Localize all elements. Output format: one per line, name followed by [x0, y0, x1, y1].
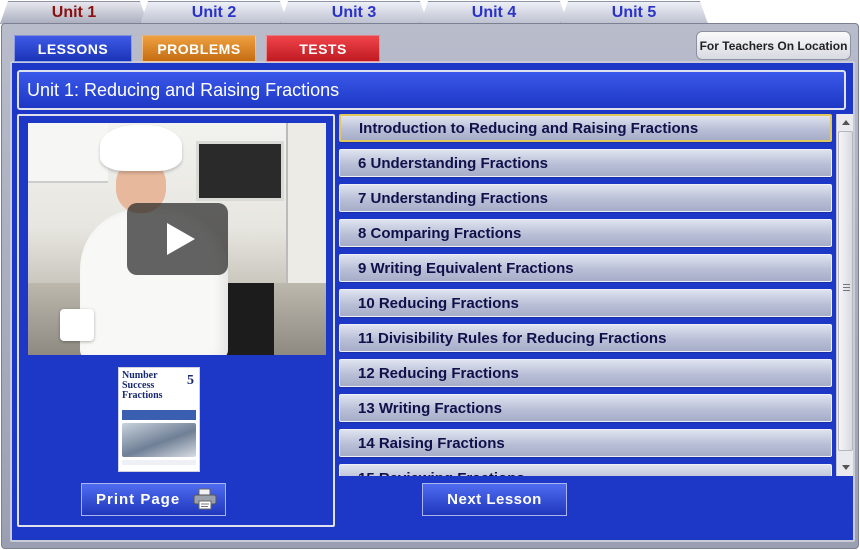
lesson-item-13[interactable]: 13 Writing Fractions [339, 394, 832, 422]
unit-tab-bar: Unit 1 Unit 2 Unit 3 Unit 4 Unit 5 [0, 0, 860, 24]
lesson-item-12[interactable]: 12 Reducing Fractions [339, 359, 832, 387]
tab-unit-3[interactable]: Unit 3 [280, 1, 428, 24]
book-subtitle-lines: ​ [122, 402, 196, 407]
lesson-list-scrollbar[interactable] [836, 114, 853, 476]
tab-unit-5[interactable]: Unit 5 [560, 1, 708, 24]
play-icon[interactable] [127, 203, 228, 275]
tab-unit-2[interactable]: Unit 2 [140, 1, 288, 24]
scroll-down-arrow-icon[interactable] [837, 460, 854, 476]
video-scene-microwave [196, 141, 284, 201]
lesson-item-7[interactable]: 7 Understanding Fractions [339, 184, 832, 212]
tab-unit-4[interactable]: Unit 4 [420, 1, 568, 24]
lesson-item-6[interactable]: 6 Understanding Fractions [339, 149, 832, 177]
print-page-button[interactable]: Print Page [81, 483, 226, 516]
book-train-image [122, 423, 196, 457]
book-footer [122, 460, 196, 465]
next-lesson-button[interactable]: Next Lesson [422, 483, 567, 516]
book-band [122, 410, 196, 420]
tests-button[interactable]: TESTS [266, 35, 380, 62]
problems-button[interactable]: PROBLEMS [142, 35, 256, 62]
lesson-item-intro[interactable]: Introduction to Reducing and Raising Fra… [339, 114, 832, 142]
lesson-item-8[interactable]: 8 Comparing Fractions [339, 219, 832, 247]
video-scene-cup [60, 309, 94, 341]
lesson-item-11[interactable]: 11 Divisibility Rules for Reducing Fract… [339, 324, 832, 352]
book-number: 5 [187, 373, 194, 388]
grip-icon [843, 284, 850, 291]
lesson-item-10[interactable]: 10 Reducing Fractions [339, 289, 832, 317]
lesson-list: Introduction to Reducing and Raising Fra… [337, 110, 836, 476]
book-cover[interactable]: 5 Number Success Fractions ​ [118, 367, 200, 472]
lesson-item-14[interactable]: 14 Raising Fractions [339, 429, 832, 457]
video-scene-chef-hat [100, 125, 182, 171]
book-title-line3: Fractions [122, 390, 163, 401]
scroll-up-arrow-icon[interactable] [837, 114, 854, 130]
page-title: Unit 1: Reducing and Raising Fractions [17, 70, 846, 110]
lesson-item-9[interactable]: 9 Writing Equivalent Fractions [339, 254, 832, 282]
teachers-on-location-button[interactable]: For Teachers On Location [696, 31, 851, 60]
lessons-button[interactable]: LESSONS [14, 35, 132, 62]
lesson-item-15[interactable]: 15 Reviewing Fractions [339, 464, 832, 476]
print-page-label: Print Page [96, 491, 181, 508]
printer-icon [193, 488, 217, 510]
left-panel: 5 Number Success Fractions ​ Print Page [17, 114, 335, 527]
video-player[interactable] [28, 123, 326, 355]
scrollbar-thumb[interactable] [838, 131, 853, 451]
tab-unit-1[interactable]: Unit 1 [0, 1, 148, 24]
video-scene-cabinet [28, 123, 108, 183]
